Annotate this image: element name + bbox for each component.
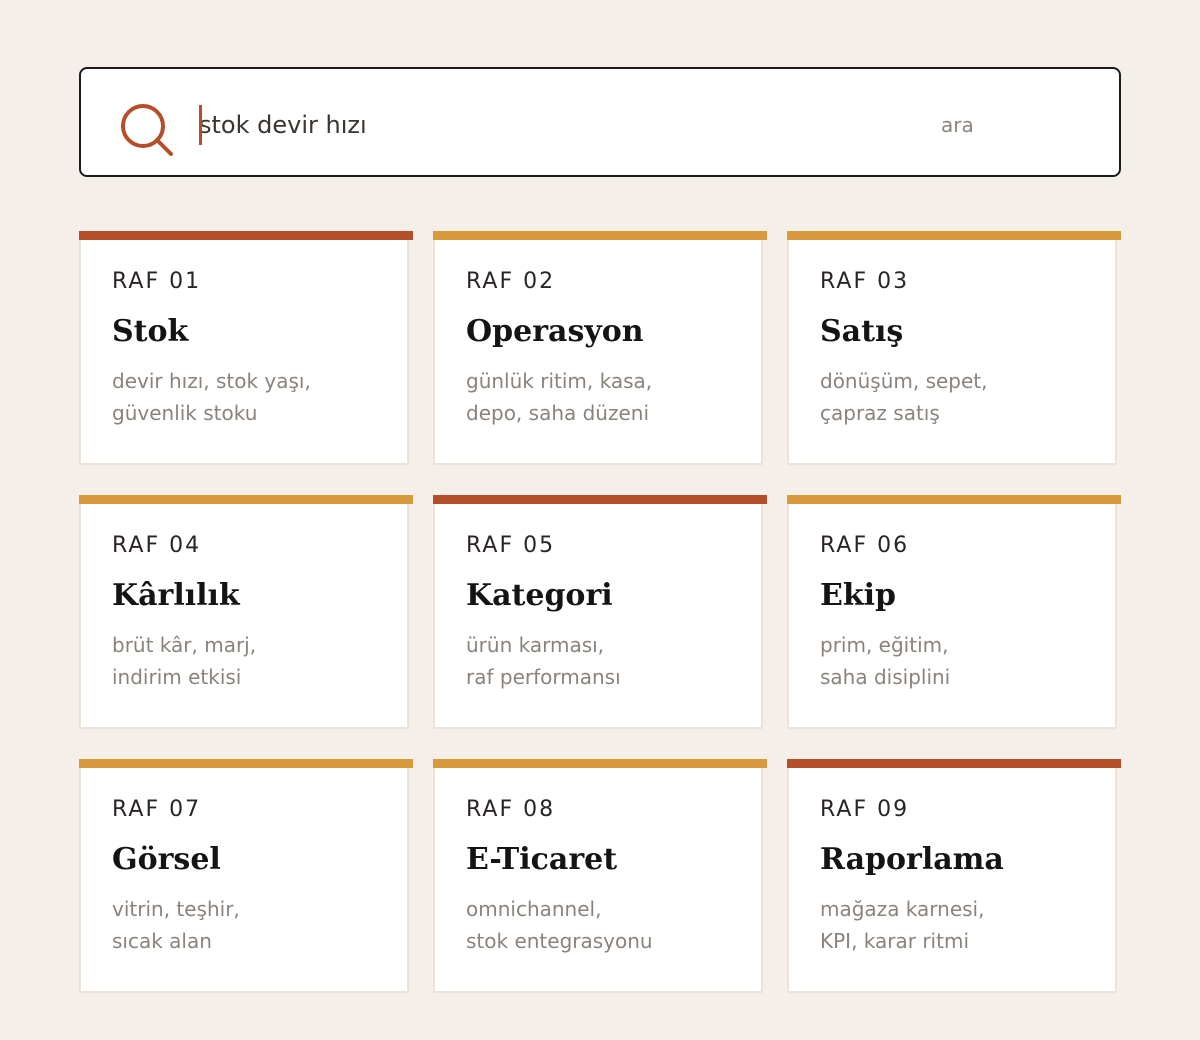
card-accent-bar bbox=[433, 231, 767, 240]
shelf-description-line: prim, eğitim, bbox=[820, 633, 949, 657]
shelf-description-line: saha disiplini bbox=[820, 665, 951, 689]
card-accent-bar bbox=[787, 495, 1121, 504]
shelf-number: RAF 09 bbox=[820, 797, 910, 822]
shelf-description-line: günlük ritim, kasa, bbox=[466, 369, 653, 393]
shelf-description-line: indirim etkisi bbox=[112, 665, 242, 689]
card-accent-bar bbox=[787, 231, 1121, 240]
shelf-title: Stok bbox=[112, 314, 189, 349]
shelf-description-line: devir hızı, stok yaşı, bbox=[112, 369, 311, 393]
shelf-card[interactable]: RAF 09 Raporlama mağaza karnesi, KPI, ka… bbox=[787, 759, 1121, 993]
shelf-number: RAF 02 bbox=[466, 269, 556, 294]
shelf-description-line: mağaza karnesi, bbox=[820, 897, 985, 921]
shelf-card[interactable]: RAF 01 Stok devir hızı, stok yaşı, güven… bbox=[79, 231, 413, 465]
shelf-description-line: brüt kâr, marj, bbox=[112, 633, 257, 657]
shelf-card[interactable]: RAF 02 Operasyon günlük ritim, kasa, dep… bbox=[433, 231, 767, 465]
shelf-title: Kategori bbox=[466, 578, 613, 613]
shelf-number: RAF 08 bbox=[466, 797, 556, 822]
shelf-description-line: stok entegrasyonu bbox=[466, 929, 653, 953]
card-accent-bar bbox=[79, 231, 413, 240]
shelf-description-line: KPI, karar ritmi bbox=[820, 929, 969, 953]
shelf-description-line: depo, saha düzeni bbox=[466, 401, 650, 425]
shelf-description: günlük ritim, kasa, depo, saha düzeni bbox=[466, 365, 652, 429]
shelf-number: RAF 03 bbox=[820, 269, 910, 294]
shelf-description: omnichannel, stok entegrasyonu bbox=[466, 893, 653, 957]
shelf-title: Görsel bbox=[112, 842, 221, 877]
shelf-description: brüt kâr, marj, indirim etkisi bbox=[112, 629, 256, 693]
shelf-number: RAF 07 bbox=[112, 797, 202, 822]
shelf-description: mağaza karnesi, KPI, karar ritmi bbox=[820, 893, 984, 957]
shelf-description-line: çapraz satış bbox=[820, 401, 940, 425]
shelf-number: RAF 01 bbox=[112, 269, 202, 294]
shelf-description: ürün karması, raf performansı bbox=[466, 629, 621, 693]
shelf-number: RAF 06 bbox=[820, 533, 910, 558]
search-icon bbox=[121, 104, 173, 156]
shelf-title: Ekip bbox=[820, 578, 897, 613]
card-accent-bar bbox=[79, 759, 413, 768]
search-hint: ara bbox=[941, 113, 974, 137]
card-accent-bar bbox=[433, 495, 767, 504]
shelf-title: Satış bbox=[820, 314, 904, 349]
shelf-card[interactable]: RAF 07 Görsel vitrin, teşhir, sıcak alan bbox=[79, 759, 413, 993]
shelf-description: prim, eğitim, saha disiplini bbox=[820, 629, 950, 693]
search-bar[interactable]: stok devir hızı ara bbox=[79, 67, 1121, 177]
card-accent-bar bbox=[433, 759, 767, 768]
shelf-description-line: dönüşüm, sepet, bbox=[820, 369, 988, 393]
card-accent-bar bbox=[787, 759, 1121, 768]
card-accent-bar bbox=[79, 495, 413, 504]
shelf-card[interactable]: RAF 03 Satış dönüşüm, sepet, çapraz satı… bbox=[787, 231, 1121, 465]
shelf-title: Operasyon bbox=[466, 314, 644, 349]
shelf-description-line: güvenlik stoku bbox=[112, 401, 258, 425]
shelf-card[interactable]: RAF 04 Kârlılık brüt kâr, marj, indirim … bbox=[79, 495, 413, 729]
text-caret bbox=[199, 105, 202, 145]
shelf-description-line: raf performansı bbox=[466, 665, 621, 689]
shelf-description: vitrin, teşhir, sıcak alan bbox=[112, 893, 240, 957]
shelf-description: dönüşüm, sepet, çapraz satış bbox=[820, 365, 988, 429]
search-input[interactable]: stok devir hızı bbox=[199, 105, 899, 145]
shelf-description-line: vitrin, teşhir, bbox=[112, 897, 240, 921]
shelf-description-line: sıcak alan bbox=[112, 929, 212, 953]
shelf-description: devir hızı, stok yaşı, güvenlik stoku bbox=[112, 365, 311, 429]
shelf-title: Raporlama bbox=[820, 842, 1004, 877]
shelf-title: Kârlılık bbox=[112, 578, 240, 613]
shelf-card[interactable]: RAF 08 E-Ticaret omnichannel, stok enteg… bbox=[433, 759, 767, 993]
shelf-number: RAF 04 bbox=[112, 533, 202, 558]
shelf-description-line: ürün karması, bbox=[466, 633, 605, 657]
shelf-title: E-Ticaret bbox=[466, 842, 618, 877]
shelf-number: RAF 05 bbox=[466, 533, 556, 558]
shelf-card[interactable]: RAF 06 Ekip prim, eğitim, saha disiplini bbox=[787, 495, 1121, 729]
shelf-card[interactable]: RAF 05 Kategori ürün karması, raf perfor… bbox=[433, 495, 767, 729]
shelf-description-line: omnichannel, bbox=[466, 897, 602, 921]
